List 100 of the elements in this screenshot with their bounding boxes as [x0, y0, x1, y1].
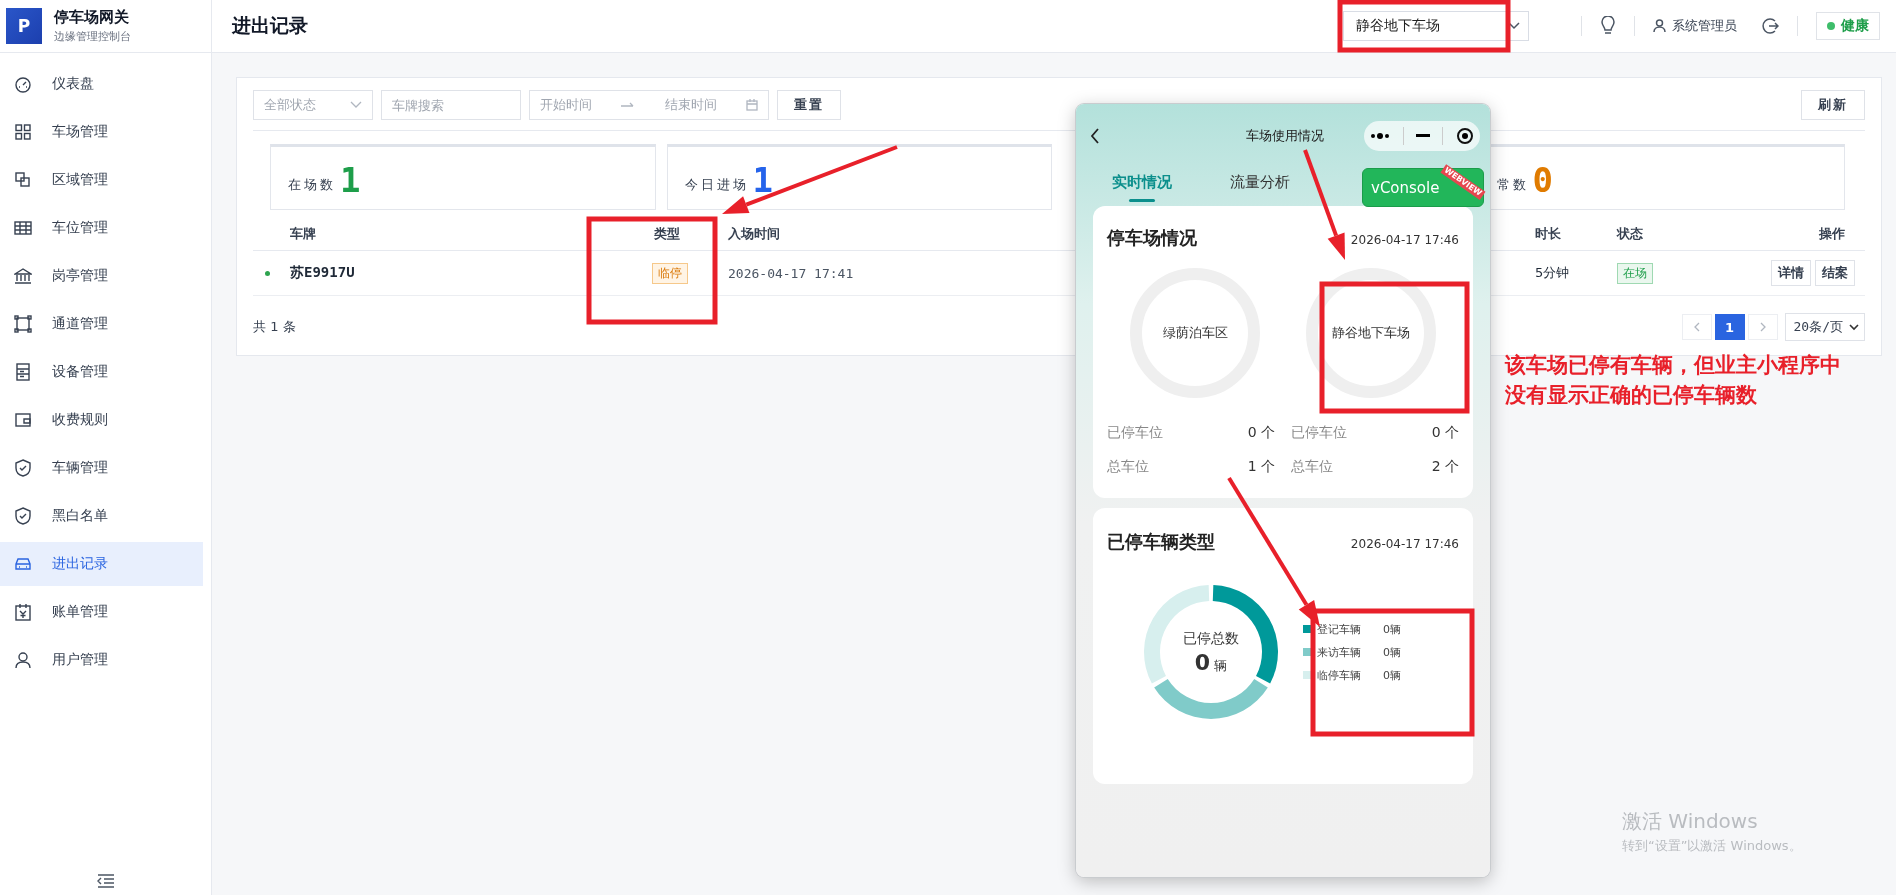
menu-item-icon: [14, 603, 32, 621]
menu-item-icon: [14, 267, 32, 285]
user-menu[interactable]: 系统管理员: [1653, 17, 1737, 35]
arrow-right-icon: [621, 102, 636, 108]
donut-center-label: 已停总数: [1183, 629, 1239, 648]
sidebar-item[interactable]: 进出记录: [0, 542, 203, 586]
sidebar-item[interactable]: 账单管理: [0, 590, 203, 634]
column-header: 车牌: [289, 225, 317, 243]
close-circle-icon[interactable]: [1455, 127, 1474, 145]
back-icon[interactable]: [1090, 128, 1100, 144]
chevron-down-icon: [350, 101, 362, 109]
stat-value: 1 个: [1247, 458, 1275, 476]
sidebar-item[interactable]: 通道管理: [0, 302, 203, 346]
annotation-note: 该车场已停有车辆，但业主小程序中没有显示正确的已停车辆数: [1505, 352, 1842, 409]
lightbulb-icon[interactable]: [1600, 16, 1616, 36]
miniprogram-title: 车场使用情况: [1246, 127, 1324, 145]
menu-item-icon: [14, 219, 32, 237]
sidebar-item[interactable]: 用户管理: [0, 638, 203, 682]
stat-label: 总车位: [1291, 458, 1333, 476]
refresh-button[interactable]: 刷新: [1801, 90, 1865, 120]
vehicle-type-tag: 临停: [652, 262, 688, 284]
table-cell-text: 5分钟: [1534, 264, 1571, 282]
logo: P: [6, 8, 42, 44]
stat-value: 1: [340, 163, 361, 197]
total-count: 共 1 条: [253, 318, 296, 336]
card-title: 停车场情况: [1107, 226, 1197, 250]
legend-value: 0辆: [1383, 621, 1401, 637]
reset-button[interactable]: 重置: [777, 90, 841, 120]
stat-value: 0: [1532, 163, 1553, 197]
health-status: 健康: [1816, 12, 1880, 40]
legend-label: 来访车辆: [1317, 644, 1362, 660]
page-title: 进出记录: [232, 13, 309, 38]
chevron-left-icon: [1693, 322, 1700, 332]
sidebar-item[interactable]: 黑白名单: [0, 494, 203, 538]
column-header: 操作: [1818, 225, 1846, 243]
row-action-button[interactable]: 详情: [1771, 260, 1811, 286]
menu-item-icon: [14, 75, 32, 93]
status-dot: [265, 270, 270, 276]
parking-lot-ring: 静谷地下车场: [1306, 268, 1436, 398]
menu-item-icon: [14, 651, 32, 669]
user-icon: [1653, 19, 1666, 33]
menu-item-icon: [14, 459, 32, 477]
stat-label: 常数: [1496, 176, 1529, 194]
table-cell-text: 2026-04-17 17:41: [727, 265, 855, 281]
card-title: 已停车辆类型: [1107, 530, 1215, 554]
sidebar-item[interactable]: 收费规则: [0, 398, 203, 442]
page-size-select[interactable]: 20条/页: [1784, 313, 1865, 341]
column-header: 状态: [1615, 225, 1644, 243]
sidebar-item[interactable]: 车场管理: [0, 110, 203, 154]
status-tag: 在场: [1617, 262, 1653, 284]
plate-search-field[interactable]: 车牌搜索: [381, 90, 521, 120]
stat-value: 0 个: [1431, 424, 1459, 442]
legend-value: 0辆: [1383, 644, 1401, 660]
parking-lot-select[interactable]: 静谷地下车场: [1343, 11, 1529, 41]
app-subtitle: 边缘管理控制台: [54, 29, 131, 44]
legend-label: 临停车辆: [1317, 667, 1362, 683]
sidebar-item[interactable]: 设备管理: [0, 350, 203, 394]
menu-item-icon: [14, 507, 32, 525]
sidebar-item[interactable]: 车位管理: [0, 206, 203, 250]
chevron-down-icon: [1849, 323, 1859, 331]
parking-lot-ring: 绿荫泊车区: [1130, 268, 1260, 398]
page-button[interactable]: 1: [1714, 314, 1745, 340]
sidebar-item[interactable]: 车辆管理: [0, 446, 203, 490]
card-timestamp: 2026-04-17 17:46: [1350, 233, 1459, 247]
collapse-menu-icon[interactable]: [95, 873, 116, 889]
chevron-right-icon: [1759, 322, 1766, 332]
table-cell-text: 苏E9917U: [289, 264, 356, 282]
stat-value: 0 个: [1247, 424, 1275, 442]
menu-item-icon: [14, 123, 32, 141]
stat-value: 1: [752, 163, 773, 197]
activation-hint: 转到“设置”以激活 Windows。: [1622, 837, 1802, 855]
sidebar-item[interactable]: 岗亭管理: [0, 254, 203, 298]
card-timestamp: 2026-04-17 17:46: [1350, 537, 1459, 551]
menu-item-icon: [14, 171, 32, 189]
sidebar-item[interactable]: 仪表盘: [0, 62, 203, 106]
stat-label: 已停车位: [1107, 424, 1163, 442]
more-icon[interactable]: [1370, 133, 1391, 139]
menu-item-icon: [14, 363, 32, 381]
stat-label: 今日进场: [684, 176, 749, 194]
menu-item-icon: [14, 555, 32, 573]
donut-center-value: 0 辆: [1194, 649, 1228, 675]
column-header: 时长: [1534, 225, 1562, 243]
minimize-icon[interactable]: [1415, 134, 1430, 138]
activation-title: 激活 Windows: [1622, 808, 1759, 835]
legend-value: 0辆: [1383, 667, 1401, 683]
app-title: 停车场网关: [54, 8, 130, 27]
row-action-button[interactable]: 结案: [1815, 260, 1855, 286]
stat-value: 2 个: [1431, 458, 1459, 476]
chevron-down-icon: [1508, 22, 1520, 30]
legend-label: 登记车辆: [1317, 621, 1362, 637]
stat-label: 总车位: [1107, 458, 1149, 476]
logout-icon[interactable]: [1761, 17, 1779, 35]
calendar-icon: [746, 99, 758, 111]
menu-item-icon: [14, 315, 32, 333]
sidebar-item[interactable]: 区域管理: [0, 158, 203, 202]
tab[interactable]: 流量分析: [1230, 172, 1290, 202]
capsule-menu[interactable]: [1364, 121, 1480, 151]
column-header: 类型: [653, 225, 681, 243]
stat-label: 在场数: [288, 176, 336, 194]
column-header: 入场时间: [727, 225, 781, 243]
